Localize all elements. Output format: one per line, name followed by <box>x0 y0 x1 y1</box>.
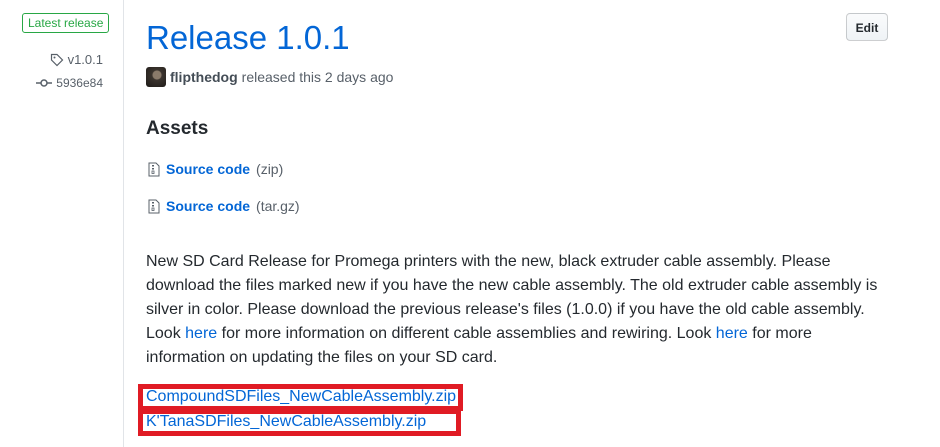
file-link-compound[interactable]: CompoundSDFiles_NewCableAssembly.zip <box>138 384 463 411</box>
edit-button[interactable]: Edit <box>846 13 888 41</box>
file-zip-icon <box>148 162 160 176</box>
avatar[interactable] <box>146 67 166 87</box>
release-sidebar: Latest release v1.0.1 5936e84 <box>0 0 124 447</box>
commit-hash: 5936e84 <box>56 76 103 90</box>
here-link-1[interactable]: here <box>185 325 217 342</box>
tag-link[interactable]: v1.0.1 <box>50 52 103 67</box>
asset-label: Source code <box>166 161 251 177</box>
download-files: CompoundSDFiles_NewCableAssembly.zip K'T… <box>138 384 463 436</box>
file-name: CompoundSDFiles_NewCableAssembly.zip <box>146 388 457 405</box>
asset-label: Source code <box>166 198 251 214</box>
released-text: released this 2 days ago <box>241 69 394 85</box>
release-title[interactable]: Release 1.0.1 <box>146 18 350 58</box>
asset-source-zip[interactable]: Source code (zip) <box>148 161 283 177</box>
assets-heading: Assets <box>146 118 209 139</box>
tag-name: v1.0.1 <box>67 52 103 67</box>
release-meta: flipthedog released this 2 days ago <box>146 67 393 87</box>
asset-ext: (zip) <box>256 161 284 177</box>
asset-source-targz[interactable]: Source code (tar.gz) <box>148 198 300 214</box>
asset-ext: (tar.gz) <box>256 198 300 214</box>
file-zip-icon <box>148 199 160 213</box>
tag-icon <box>50 53 63 66</box>
commit-icon <box>36 79 53 87</box>
notes-text-2: for more information on different cable … <box>217 325 716 342</box>
release-notes: New SD Card Release for Promega printers… <box>146 250 886 370</box>
file-name: K'TanaSDFiles_NewCableAssembly.zip <box>146 413 427 430</box>
author-link[interactable]: flipthedog <box>170 69 238 85</box>
commit-link[interactable]: 5936e84 <box>36 76 103 90</box>
here-link-2[interactable]: here <box>716 325 748 342</box>
file-link-ktana[interactable]: K'TanaSDFiles_NewCableAssembly.zip <box>138 409 461 436</box>
latest-release-badge: Latest release <box>22 13 110 33</box>
